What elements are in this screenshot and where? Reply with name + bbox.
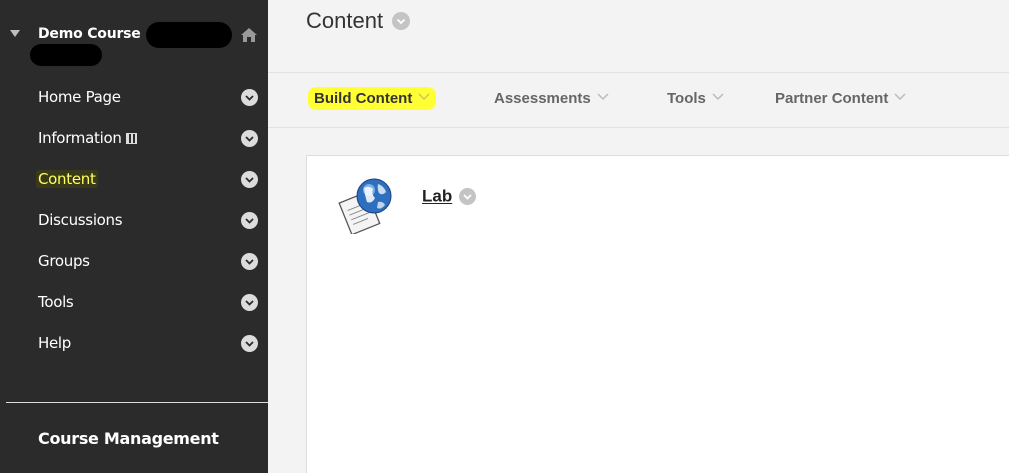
chevron-down-circle-icon[interactable] [241, 89, 258, 106]
chevron-down-circle-icon[interactable] [241, 212, 258, 229]
sidebar-item-label: Groups [38, 252, 90, 270]
sidebar-item-home-page[interactable]: Home Page [0, 78, 268, 119]
sidebar-item-label: Content [36, 170, 98, 188]
sidebar-item-label: Help [38, 334, 71, 352]
assessments-label: Assessments [494, 90, 591, 107]
sidebar-item-tools[interactable]: Tools [0, 283, 268, 324]
tools-label: Tools [667, 90, 706, 107]
page-title: Content [306, 8, 384, 33]
calendar-icon [125, 133, 137, 144]
sidebar-divider [6, 402, 268, 403]
chevron-down-circle-icon[interactable] [241, 294, 258, 311]
sidebar-item-help[interactable]: Help [0, 324, 268, 365]
redaction-mark [30, 44, 102, 66]
chevron-down-icon [418, 93, 430, 101]
chevron-down-icon [894, 93, 906, 101]
chevron-down-icon [597, 93, 609, 101]
course-management-heading[interactable]: Course Management [38, 429, 219, 448]
build-content-label: Build Content [314, 90, 413, 107]
sidebar-item-content[interactable]: Content [0, 160, 268, 201]
triangle-down-icon[interactable] [10, 30, 20, 37]
partner-content-menu[interactable]: Partner Content [775, 90, 906, 107]
home-icon[interactable] [240, 26, 258, 44]
build-content-menu[interactable]: Build Content [308, 87, 437, 110]
globe-document-icon [338, 178, 392, 234]
chevron-down-circle-icon[interactable] [241, 335, 258, 352]
content-item-title-link[interactable]: Lab [422, 187, 452, 206]
course-title[interactable]: Demo Course [38, 26, 141, 42]
chevron-down-circle-icon[interactable] [241, 171, 258, 188]
sidebar-item-information[interactable]: Information [0, 119, 268, 160]
course-menu: Home Page Information Content Discussion… [0, 78, 268, 365]
chevron-down-circle-icon[interactable] [241, 253, 258, 270]
sidebar-item-label: Home Page [38, 88, 121, 106]
assessments-menu[interactable]: Assessments [494, 90, 609, 107]
sidebar-item-label: Information [38, 129, 137, 147]
sidebar-item-discussions[interactable]: Discussions [0, 201, 268, 242]
sidebar-item-label-text: Information [38, 129, 122, 147]
action-bar: Build Content Assessments Tools Partner … [268, 73, 1009, 128]
course-sidebar: Demo Course Home Page Information Conten… [0, 0, 268, 473]
sidebar-item-groups[interactable]: Groups [0, 242, 268, 283]
sidebar-item-label: Discussions [38, 211, 123, 229]
course-header: Demo Course [0, 0, 268, 68]
chevron-down-circle-icon[interactable] [241, 130, 258, 147]
content-item-lab: Lab [422, 186, 477, 207]
partner-content-label: Partner Content [775, 90, 889, 107]
content-area [306, 155, 1009, 473]
chevron-down-icon [712, 93, 724, 101]
page-title-wrap: Content [306, 8, 411, 34]
chevron-down-circle-icon[interactable] [459, 188, 477, 205]
sidebar-item-label: Tools [38, 293, 74, 311]
chevron-down-circle-icon[interactable] [392, 12, 411, 30]
redaction-mark [146, 22, 232, 48]
tools-menu[interactable]: Tools [667, 90, 724, 107]
